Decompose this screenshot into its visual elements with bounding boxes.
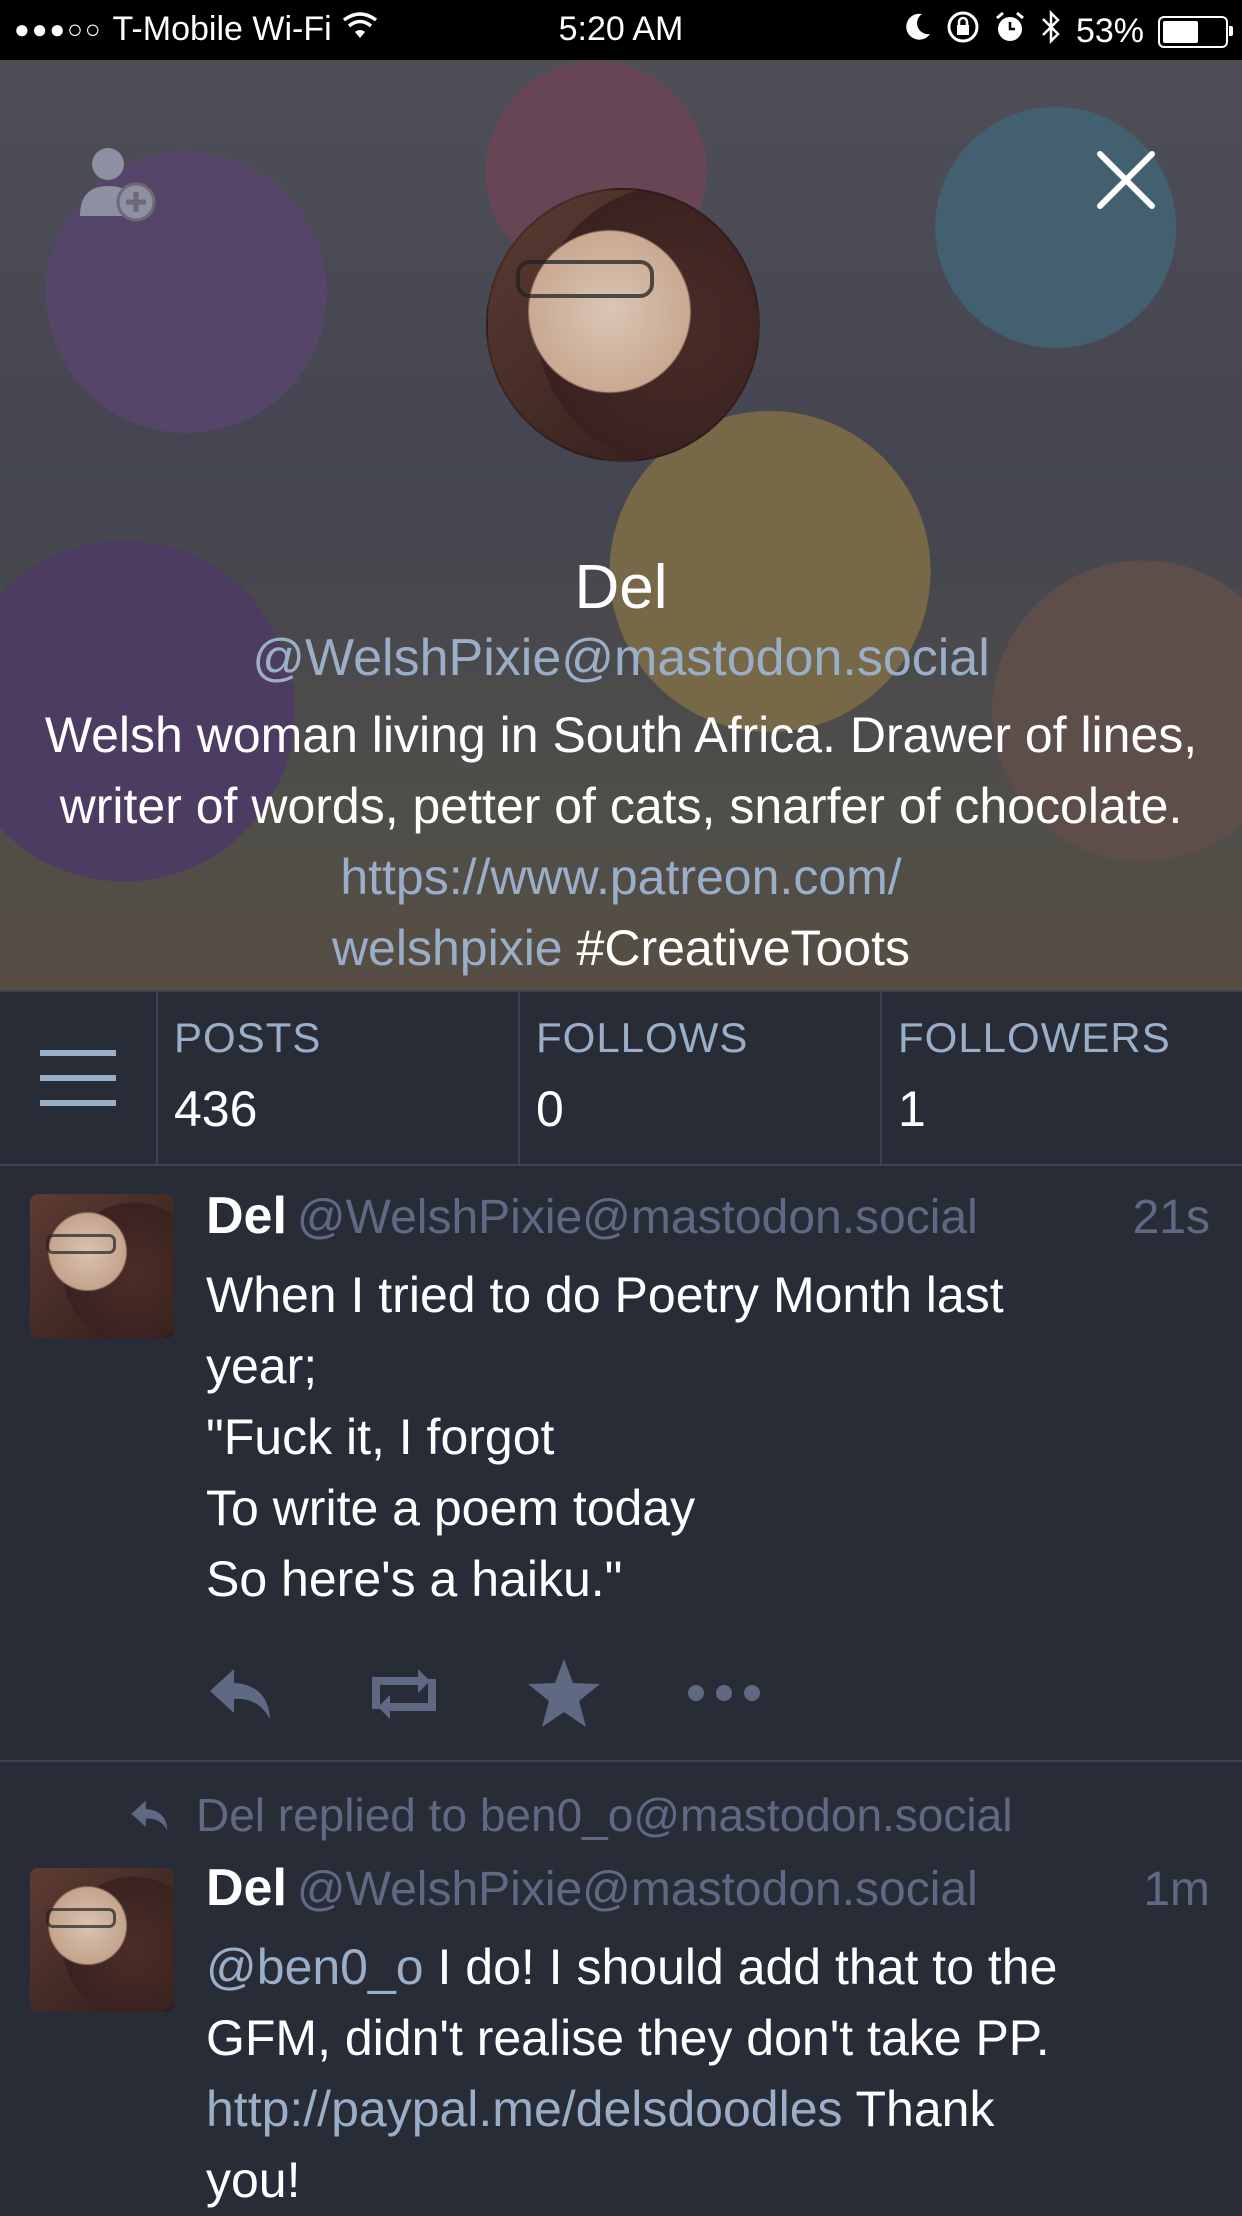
bio-text: Welsh woman living in South Africa. Draw… bbox=[44, 707, 1198, 834]
status-time[interactable]: 1m bbox=[1143, 1862, 1210, 1917]
status-acct[interactable]: @WelshPixie@mastodon.social bbox=[297, 1191, 978, 1244]
status-content: @ben0_o I do! I should add that to the G… bbox=[206, 1932, 1202, 2216]
reply-button[interactable] bbox=[206, 1658, 366, 1728]
stat-follows-label: FOLLOWS bbox=[536, 1014, 749, 1061]
more-icon bbox=[688, 1685, 760, 1701]
close-button[interactable] bbox=[1094, 148, 1158, 212]
profile-header: Del @WelshPixie@mastodon.social Welsh wo… bbox=[0, 60, 1242, 990]
menu-icon bbox=[40, 1050, 116, 1106]
status-bar-right: 53% bbox=[904, 9, 1233, 53]
status-line: When I tried to do Poetry Month last bbox=[206, 1267, 1004, 1323]
stat-followers-label: FOLLOWERS bbox=[898, 1014, 1171, 1061]
status-text: GFM, didn't realise they don't take PP. bbox=[206, 2010, 1050, 2066]
menu-button[interactable] bbox=[0, 992, 158, 1164]
status-display-name[interactable]: Del bbox=[206, 1187, 287, 1245]
status-display-name[interactable]: Del bbox=[206, 1859, 287, 1917]
favourite-button[interactable] bbox=[526, 1658, 686, 1728]
reply-icon bbox=[131, 1800, 168, 1831]
bio-link-cont[interactable]: welshpixie bbox=[332, 920, 563, 976]
status-actions bbox=[206, 1658, 846, 1728]
stat-posts-value: 436 bbox=[174, 1081, 258, 1137]
status-item[interactable]: Del @WelshPixie@mastodon.social 21s When … bbox=[0, 1164, 1242, 1760]
status-header: Del @WelshPixie@mastodon.social 21s bbox=[206, 1186, 1210, 1246]
status-line: To write a poem today bbox=[206, 1480, 696, 1536]
status-text: you! bbox=[206, 2152, 301, 2208]
status-line: So here's a haiku." bbox=[206, 1551, 623, 1607]
profile-bio: Welsh woman living in South Africa. Draw… bbox=[26, 700, 1216, 984]
profile-avatar[interactable] bbox=[486, 188, 760, 462]
stat-follows[interactable]: FOLLOWS 0 bbox=[520, 992, 882, 1164]
profile-display-name: Del bbox=[574, 553, 668, 622]
status-line: year; bbox=[206, 1338, 318, 1394]
boost-button[interactable] bbox=[366, 1658, 526, 1728]
stat-posts[interactable]: POSTS 436 bbox=[158, 992, 520, 1164]
status-bar: ●●●○○ T-Mobile Wi-Fi 5:20 AM 53% bbox=[0, 0, 1242, 60]
status-header: Del @WelshPixie@mastodon.social 1m bbox=[206, 1858, 1210, 1918]
reply-context[interactable]: Del replied to ben0_o@mastodon.social bbox=[128, 1788, 1012, 1842]
mention-link[interactable]: @ben0_o bbox=[206, 1939, 424, 1995]
battery-percent: 53% bbox=[1075, 12, 1144, 50]
battery-icon bbox=[1158, 15, 1233, 48]
status-item[interactable]: Del replied to ben0_o@mastodon.social De… bbox=[0, 1762, 1242, 2208]
follow-user-icon bbox=[80, 148, 156, 222]
status-content: When I tried to do Poetry Month last yea… bbox=[206, 1260, 1202, 1615]
rotation-lock-icon bbox=[946, 10, 980, 53]
stat-posts-label: POSTS bbox=[174, 1014, 322, 1061]
status-text: I do! I should add that to the bbox=[423, 1939, 1058, 1995]
boost-icon bbox=[372, 1669, 436, 1719]
moon-icon bbox=[904, 12, 932, 51]
favourite-icon bbox=[528, 1659, 600, 1727]
status-line: "Fuck it, I forgot bbox=[206, 1409, 555, 1465]
bio-link[interactable]: https://www.patreon.com/ bbox=[340, 849, 901, 905]
alarm-icon bbox=[994, 11, 1026, 52]
status-avatar[interactable] bbox=[30, 1194, 174, 1338]
follow-button[interactable] bbox=[74, 140, 164, 230]
stat-follows-value: 0 bbox=[536, 1081, 564, 1137]
stat-followers[interactable]: FOLLOWERS 1 bbox=[882, 992, 1242, 1164]
more-button[interactable] bbox=[686, 1658, 846, 1728]
status-text: Thank bbox=[842, 2081, 995, 2137]
reply-icon bbox=[210, 1669, 270, 1719]
status-avatar[interactable] bbox=[30, 1868, 174, 2012]
status-acct[interactable]: @WelshPixie@mastodon.social bbox=[297, 1863, 978, 1916]
profile-stats: POSTS 436 FOLLOWS 0 FOLLOWERS 1 bbox=[0, 990, 1242, 1166]
bio-hashtag[interactable]: #CreativeToots bbox=[577, 920, 911, 976]
status-time[interactable]: 21s bbox=[1133, 1190, 1210, 1245]
profile-handle: @WelshPixie@mastodon.social bbox=[252, 629, 990, 687]
stat-followers-value: 1 bbox=[898, 1081, 926, 1137]
status-link[interactable]: http://paypal.me/delsdoodles bbox=[206, 2081, 843, 2137]
reply-context-text: Del replied to ben0_o@mastodon.social bbox=[196, 1789, 1013, 1841]
bluetooth-icon bbox=[1040, 9, 1062, 53]
close-icon bbox=[1097, 151, 1155, 209]
